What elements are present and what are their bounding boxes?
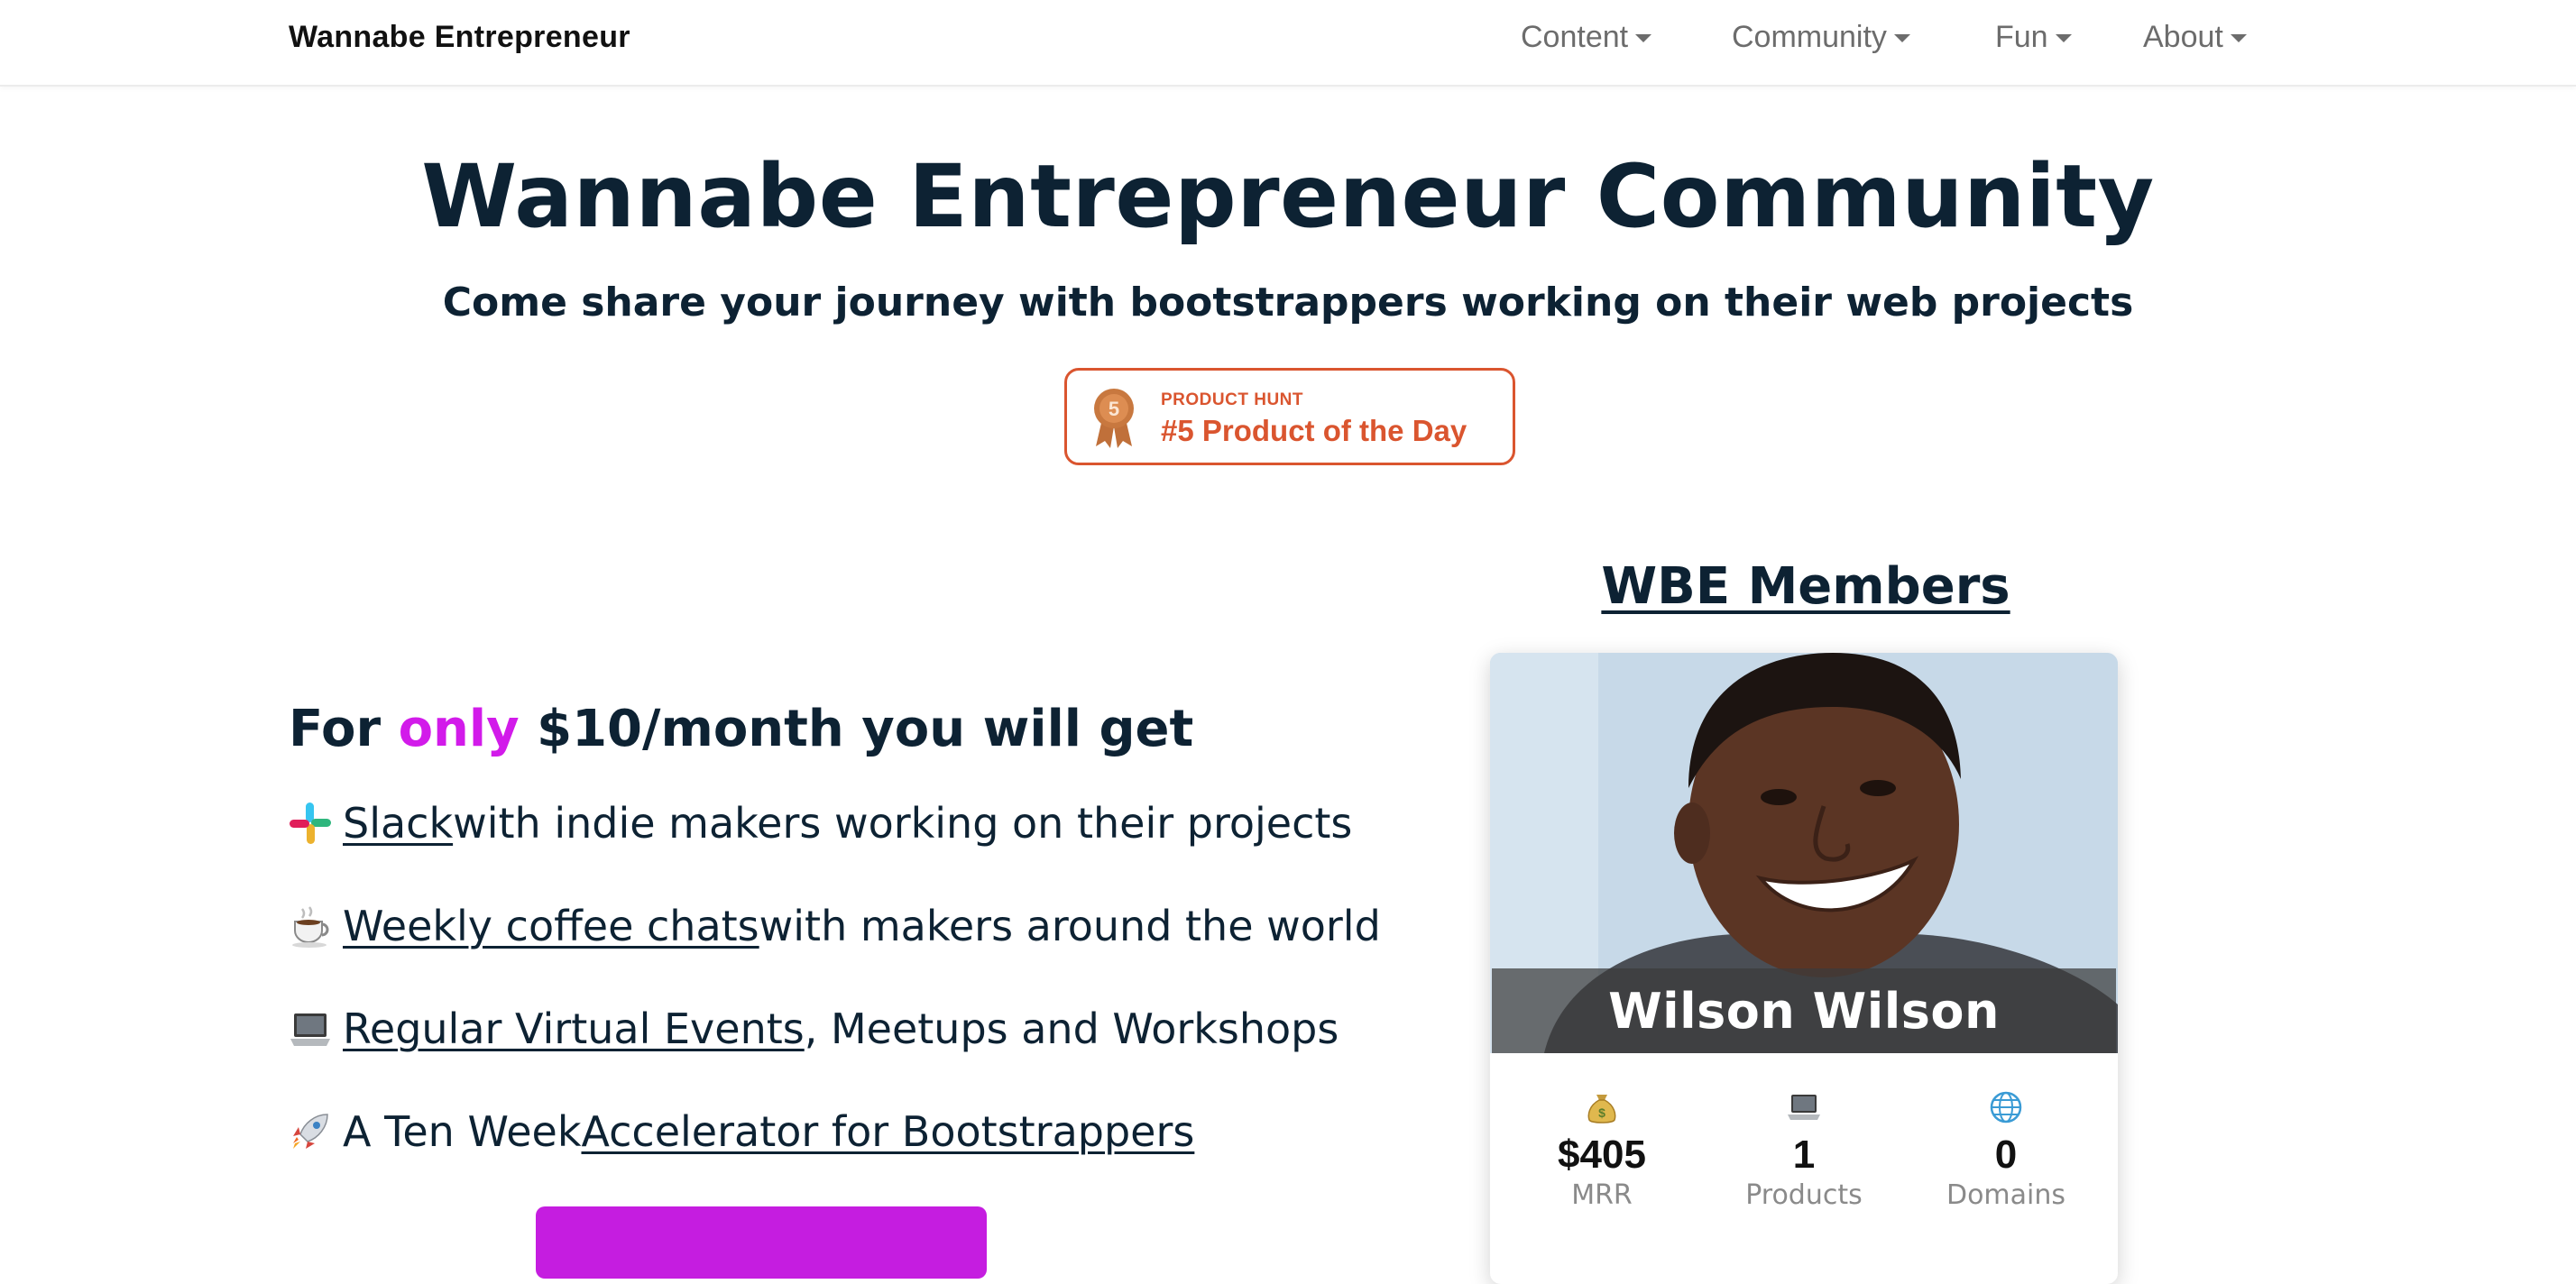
coffee-icon (287, 903, 334, 949)
medal-number: 5 (1109, 398, 1119, 420)
perk-item-slack: Slack with indie makers working on their… (287, 799, 1352, 848)
accelerator-link[interactable]: Accelerator for Bootstrappers (581, 1107, 1194, 1156)
nav-dropdown-about[interactable]: About (2143, 20, 2247, 55)
virtual-events-link[interactable]: Regular Virtual Events (343, 1004, 805, 1053)
caret-down-icon (1635, 34, 1652, 42)
stat-mrr: $ $405 MRR (1521, 1089, 1683, 1211)
member-card[interactable]: Wilson Wilson $ $405 MRR 1 Products 0 Do… (1490, 653, 2118, 1284)
stat-label-products: Products (1745, 1179, 1863, 1211)
slack-link[interactable]: Slack (343, 799, 453, 848)
page-title: Wannabe Entrepreneur Community (421, 146, 2155, 247)
laptop-icon (287, 1005, 334, 1052)
nav-label-community: Community (1732, 20, 1887, 54)
coffee-chats-link[interactable]: Weekly coffee chats (343, 902, 759, 950)
top-navbar: Wannabe Entrepreneur Content Community F… (0, 0, 2576, 87)
svg-text:$: $ (1598, 1105, 1605, 1120)
nav-label-content: Content (1521, 20, 1629, 54)
perk-text: , Meetups and Workshops (804, 1004, 1339, 1053)
medal-icon: 5 (1094, 389, 1134, 448)
perk-text-prefix: A Ten Week (343, 1107, 582, 1156)
stat-value-domains: 0 (1994, 1133, 2018, 1177)
caret-down-icon (2055, 34, 2072, 42)
perk-item-accelerator: A Ten Week Accelerator for Bootstrappers (287, 1107, 1194, 1156)
laptop-icon (1788, 1095, 1820, 1120)
nav-dropdown-content[interactable]: Content (1521, 20, 1652, 55)
nav-label-fun: Fun (1995, 20, 2048, 54)
slack-icon (287, 800, 334, 847)
offer-heading-suffix: $10/month you will get (519, 700, 1194, 758)
nav-label-about: About (2143, 20, 2223, 54)
perk-text: with makers around the world (759, 902, 1381, 950)
perk-text: with indie makers working on their proje… (453, 799, 1353, 848)
join-cta-button[interactable] (536, 1206, 987, 1279)
offer-heading-prefix: For (289, 700, 399, 758)
rocket-icon (287, 1108, 334, 1155)
money-bag-icon: $ (1587, 1095, 1616, 1124)
globe-icon (1990, 1091, 2022, 1124)
caret-down-icon (1893, 34, 1910, 42)
offer-heading: For only $10/month you will get (289, 700, 1193, 758)
perk-item-virtual-events: Regular Virtual Events, Meetups and Work… (287, 1004, 1339, 1053)
nav-dropdown-community[interactable]: Community (1732, 20, 1910, 55)
product-hunt-badge[interactable]: 5 PRODUCT HUNT #5 Product of the Day (1064, 368, 1515, 465)
badge-title: #5 Product of the Day (1161, 414, 1467, 447)
stat-domains: 0 Domains (1925, 1089, 2087, 1211)
member-name-bar: Wilson Wilson (1492, 968, 2116, 1053)
wbe-members-link[interactable]: WBE Members (1490, 557, 2121, 616)
perk-item-coffee-chats: Weekly coffee chats with makers around t… (287, 902, 1381, 950)
stat-value-mrr: $405 (1558, 1133, 1646, 1177)
stat-label-mrr: MRR (1571, 1179, 1633, 1211)
member-name: Wilson Wilson (1608, 982, 2000, 1040)
page-subtitle: Come share your journey with bootstrappe… (442, 280, 2134, 326)
caret-down-icon (2230, 34, 2247, 42)
offer-heading-accent: only (398, 700, 520, 758)
badge-kicker: PRODUCT HUNT (1161, 390, 1303, 409)
nav-menu: Content Community Fun About (0, 20, 2576, 65)
stat-label-domains: Domains (1946, 1179, 2066, 1211)
stat-value-products: 1 (1792, 1133, 1816, 1177)
nav-dropdown-fun[interactable]: Fun (1995, 20, 2072, 55)
member-stats: $ $405 MRR 1 Products 0 Domains (1490, 1089, 2118, 1234)
stat-products: 1 Products (1723, 1089, 1885, 1211)
